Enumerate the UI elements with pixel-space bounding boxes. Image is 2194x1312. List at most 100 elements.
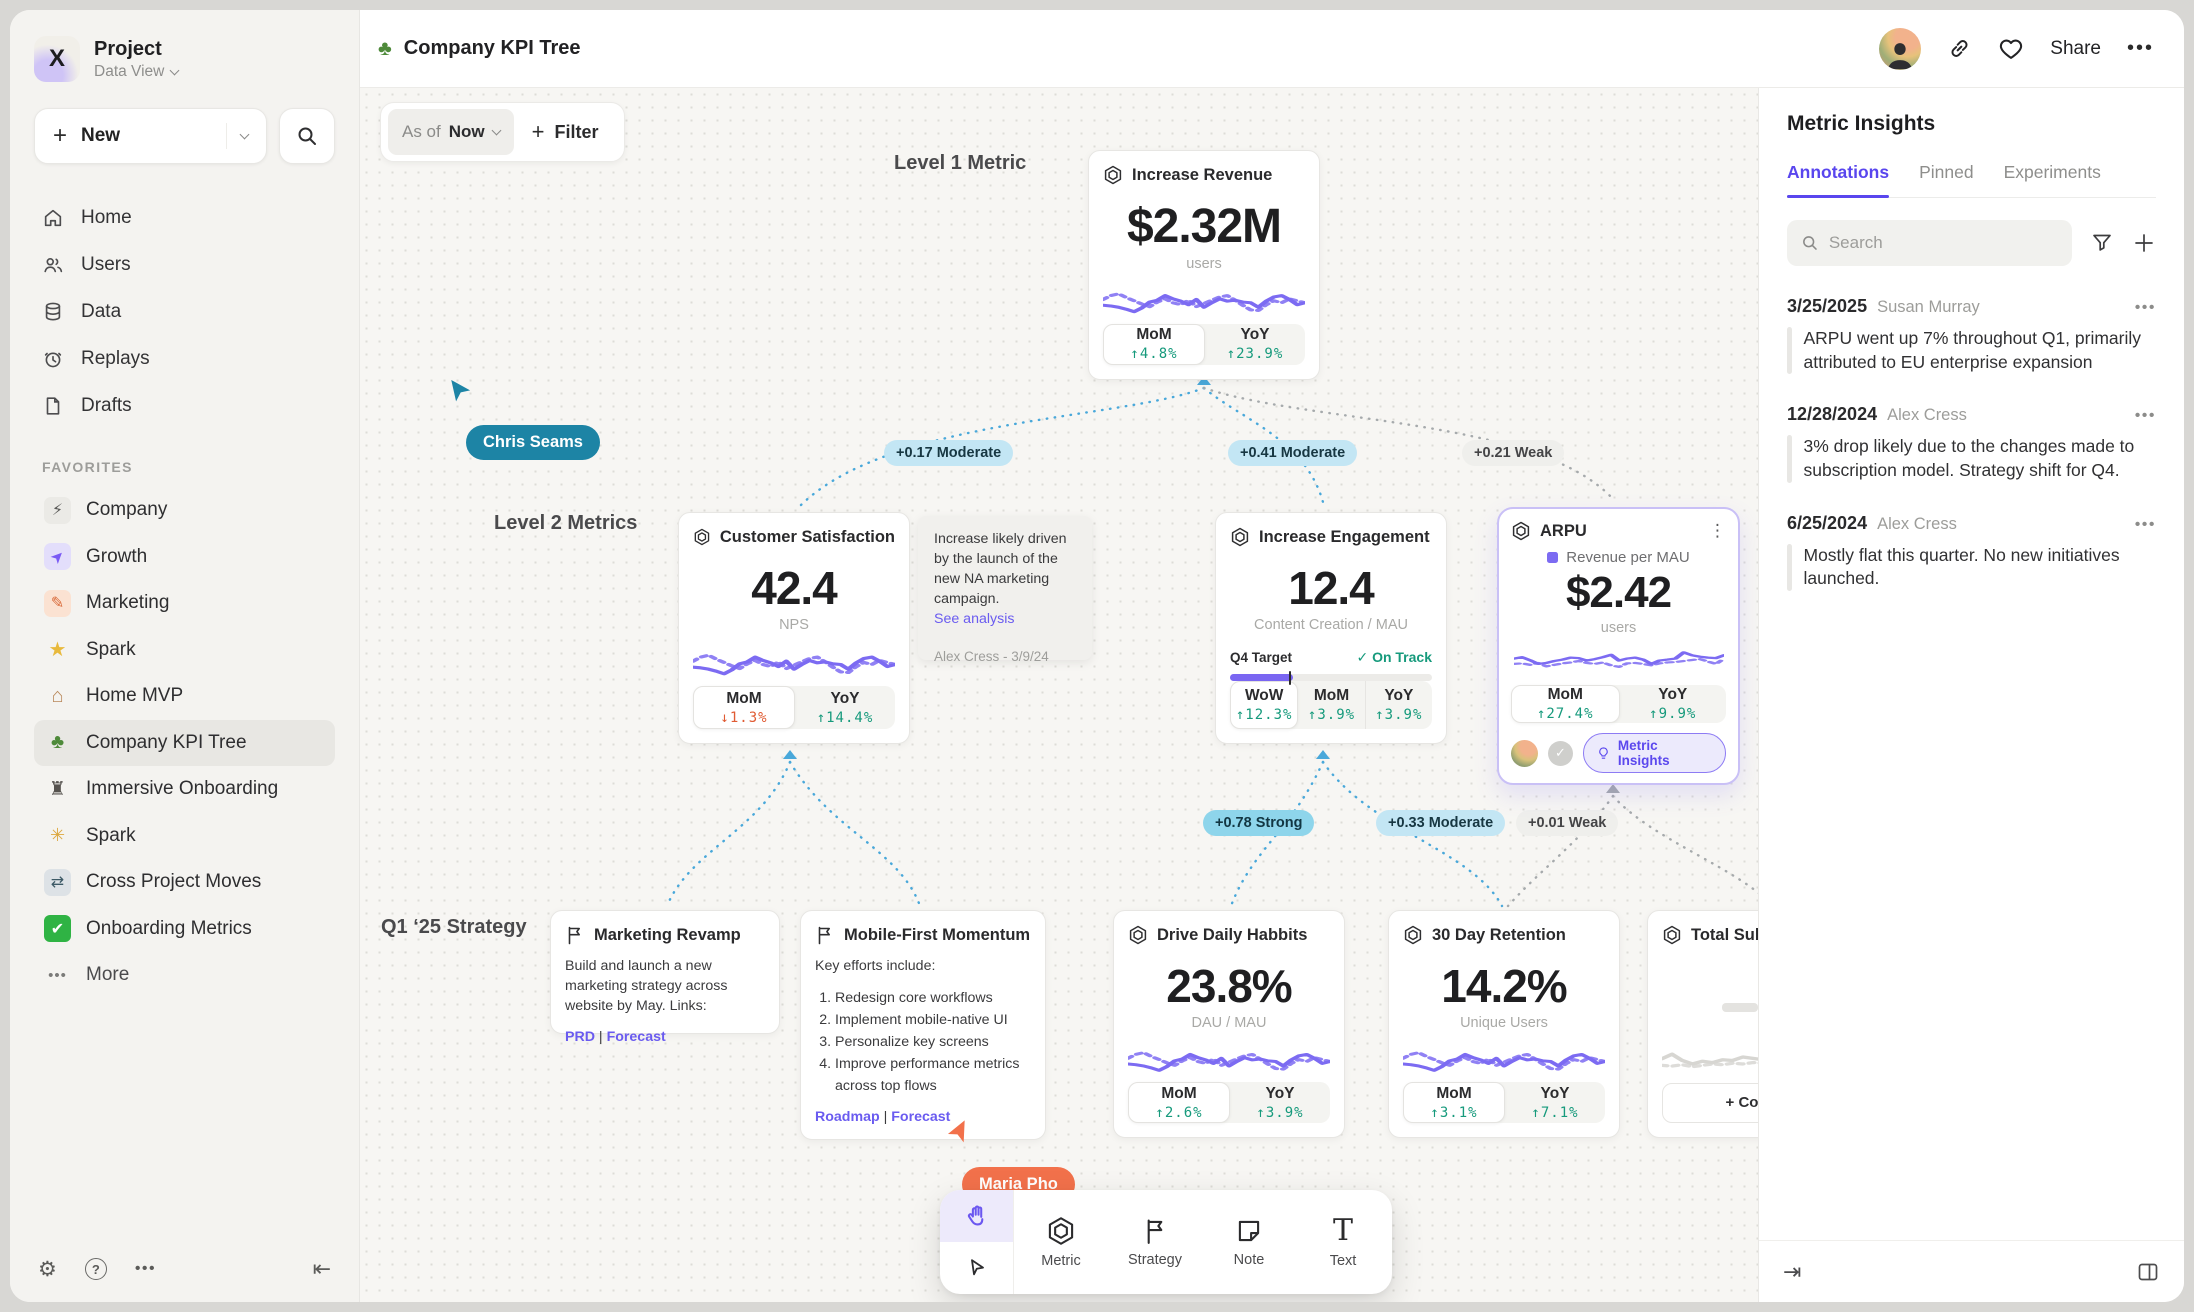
- sidebar-item-data[interactable]: Data: [34, 288, 335, 335]
- tab-pinned[interactable]: Pinned: [1919, 162, 1974, 197]
- metric-card-drive-daily-habbits[interactable]: Drive Daily Habbits 23.8% DAU / MAU MoM …: [1113, 910, 1345, 1138]
- fav-item-spark-2[interactable]: ✳ Spark: [34, 813, 335, 860]
- stat-yoy[interactable]: YoY ↑23.9%: [1205, 324, 1305, 366]
- search-input[interactable]: [1829, 233, 2058, 253]
- share-button[interactable]: Share: [2050, 38, 2101, 60]
- sidebar-item-users[interactable]: Users: [34, 241, 335, 288]
- fav-item-growth[interactable]: ➤ Growth: [34, 534, 335, 581]
- annotation-more-icon[interactable]: •••: [2135, 407, 2156, 425]
- roadmap-link[interactable]: Roadmap: [815, 1109, 880, 1125]
- connect-button[interactable]: + Connect: [1662, 1083, 1758, 1123]
- pencil-icon: ✎: [44, 590, 71, 617]
- sidebar-more-button[interactable]: ••• More: [34, 952, 335, 999]
- lightbulb-icon: [1596, 746, 1611, 761]
- cursor-arrow-icon: [448, 378, 474, 404]
- annotation-note[interactable]: Increase likely driven by the launch of …: [918, 516, 1092, 660]
- ellipsis-icon: •••: [44, 962, 71, 989]
- stat-yoy[interactable]: YoY ↑3.9%: [1230, 1082, 1330, 1123]
- heart-icon[interactable]: [1998, 36, 2024, 62]
- stat-yoy[interactable]: YoY ↑14.4%: [795, 686, 895, 729]
- metric-card-total-subscriptions[interactable]: Total Subscript + Connect: [1647, 910, 1758, 1138]
- fav-item-spark[interactable]: ★ Spark: [34, 627, 335, 674]
- fav-item-cross-project-moves[interactable]: ⇄ Cross Project Moves: [34, 859, 335, 906]
- tree-icon: ♣: [44, 729, 71, 756]
- new-dropdown[interactable]: [226, 123, 248, 149]
- fav-item-company-kpi-tree[interactable]: ♣ Company KPI Tree: [34, 720, 335, 767]
- tab-annotations[interactable]: Annotations: [1787, 162, 1889, 197]
- stat-mom[interactable]: MoM ↑27.4%: [1511, 685, 1620, 723]
- board-title: ♣ Company KPI Tree: [378, 37, 581, 61]
- stat-yoy[interactable]: YoY ↑7.1%: [1505, 1082, 1605, 1123]
- strategy-card-marketing-revamp[interactable]: Marketing Revamp Build and launch a new …: [550, 910, 780, 1034]
- annotation-item[interactable]: 12/28/2024 Alex Cress ••• 3% drop likely…: [1787, 404, 2156, 482]
- prd-link[interactable]: PRD: [565, 1029, 595, 1045]
- project-name: Project: [94, 38, 178, 61]
- annotation-more-icon[interactable]: •••: [2135, 516, 2156, 534]
- sidebar-item-home[interactable]: Home: [34, 194, 335, 241]
- settings-gear-icon[interactable]: ⚙: [38, 1257, 57, 1282]
- fav-item-company[interactable]: ⚡ Company: [34, 487, 335, 534]
- metric-card-increase-revenue[interactable]: Increase Revenue $2.32M users MoM ↑4.8% …: [1088, 150, 1320, 380]
- stat-yoy[interactable]: YoY ↑9.9%: [1620, 685, 1727, 723]
- project-view-selector[interactable]: Data View: [94, 63, 178, 81]
- sidebar-item-drafts[interactable]: Drafts: [34, 382, 335, 429]
- text-tool-button[interactable]: T Text: [1296, 1190, 1390, 1294]
- tree-icon: ♣: [378, 37, 392, 61]
- filter-funnel-icon[interactable]: [2090, 231, 2114, 255]
- forecast-link[interactable]: Forecast: [607, 1029, 666, 1045]
- sidebar-item-replays[interactable]: Replays: [34, 335, 335, 382]
- annotation-more-icon[interactable]: •••: [2135, 299, 2156, 317]
- metric-insights-button[interactable]: Metric Insights: [1583, 733, 1726, 773]
- metric-card-arpu[interactable]: ARPU ⋮ Revenue per MAU $2.42 users MoM ↑…: [1497, 507, 1740, 785]
- fav-item-home-mvp[interactable]: ⌂ Home MVP: [34, 673, 335, 720]
- stat-wow[interactable]: WoW ↑12.3%: [1230, 681, 1298, 729]
- fav-item-onboarding-metrics[interactable]: ✔ Onboarding Metrics: [34, 906, 335, 953]
- stat-mom[interactable]: MoM ↑3.1%: [1403, 1082, 1505, 1123]
- connector-caret: [1316, 750, 1330, 759]
- sparkline-chart: [1662, 1038, 1758, 1083]
- search-button[interactable]: [279, 108, 335, 164]
- collapse-panel-icon[interactable]: ⇥: [1783, 1259, 1801, 1285]
- stat-yoy[interactable]: YoY ↑3.9%: [1365, 681, 1432, 729]
- annotation-search[interactable]: [1787, 220, 2072, 266]
- select-tool-button[interactable]: [940, 1242, 1013, 1294]
- metric-value: 14.2%: [1403, 959, 1605, 1013]
- metric-card-customer-satisfaction[interactable]: Customer Satisfaction 42.4 NPS MoM ↓1.3%…: [678, 512, 910, 744]
- hand-tool-button[interactable]: [940, 1190, 1013, 1242]
- tab-experiments[interactable]: Experiments: [2004, 162, 2101, 197]
- arrows-icon: ⇄: [44, 869, 71, 896]
- fav-item-marketing[interactable]: ✎ Marketing: [34, 580, 335, 627]
- new-button[interactable]: + New: [34, 108, 267, 164]
- user-avatar[interactable]: [1879, 28, 1921, 70]
- file-icon: [42, 395, 64, 417]
- split-view-icon[interactable]: [2136, 1260, 2160, 1284]
- link-icon[interactable]: [1947, 36, 1972, 61]
- add-annotation-icon[interactable]: [2132, 231, 2156, 255]
- stat-mom[interactable]: MoM ↑3.9%: [1298, 681, 1364, 729]
- metric-card-increase-engagement[interactable]: Increase Engagement 12.4 Content Creatio…: [1215, 512, 1447, 744]
- metric-tool-button[interactable]: Metric: [1014, 1190, 1108, 1294]
- strategy-card-mobile-first[interactable]: Mobile-First Momentum Key efforts includ…: [800, 910, 1046, 1140]
- edge-label: +0.17 Moderate: [884, 440, 1013, 466]
- note-tool-button[interactable]: Note: [1202, 1190, 1296, 1294]
- users-icon: [42, 254, 64, 276]
- kpi-tree-canvas[interactable]: As of Now + Filter Level 1 Metric Level …: [360, 88, 1758, 1302]
- help-icon[interactable]: ?: [85, 1258, 107, 1280]
- see-analysis-link[interactable]: See analysis: [934, 611, 1076, 627]
- strategy-tool-button[interactable]: Strategy: [1108, 1190, 1202, 1294]
- filter-button[interactable]: + Filter: [514, 119, 617, 145]
- annotation-item[interactable]: 6/25/2024 Alex Cress ••• Mostly flat thi…: [1787, 513, 2156, 591]
- more-icon[interactable]: •••: [135, 1260, 156, 1278]
- kebab-menu-icon[interactable]: ⋮: [1709, 521, 1726, 541]
- stat-mom[interactable]: MoM ↓1.3%: [693, 686, 795, 729]
- metric-card-30-day-retention[interactable]: 30 Day Retention 14.2% Unique Users MoM …: [1388, 910, 1620, 1138]
- asof-dropdown[interactable]: As of Now: [388, 109, 514, 155]
- metric-value: 23.8%: [1128, 959, 1330, 1013]
- stat-mom[interactable]: MoM ↑2.6%: [1128, 1082, 1230, 1123]
- stat-mom[interactable]: MoM ↑4.8%: [1103, 324, 1205, 366]
- project-switcher[interactable]: X Project Data View: [34, 36, 335, 82]
- collapse-sidebar-icon[interactable]: ⇤: [313, 1256, 331, 1282]
- annotation-item[interactable]: 3/25/2025 Susan Murray ••• ARPU went up …: [1787, 296, 2156, 374]
- topbar-more-icon[interactable]: •••: [2127, 37, 2154, 60]
- fav-item-immersive-onboarding[interactable]: ♜ Immersive Onboarding: [34, 766, 335, 813]
